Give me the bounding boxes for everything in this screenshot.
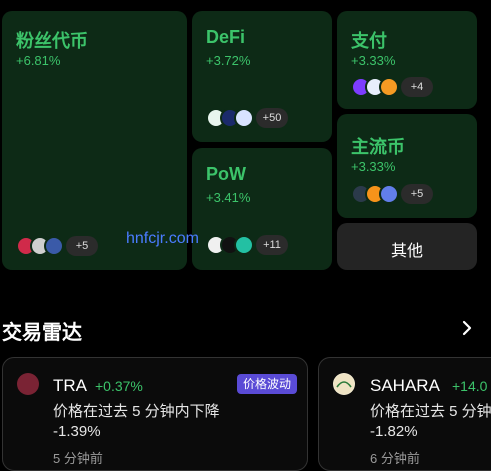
card-symbol: TRA [53, 376, 87, 395]
tile-name: PoW [206, 164, 246, 184]
heatmap-tile-payment[interactable]: 支付 +3.33% +4 [337, 11, 477, 109]
desc-line: 价格在过去 5 分钟内下降 [53, 403, 220, 420]
card-change: +14.0 [452, 378, 488, 394]
card-time: 5 分钟前 [53, 451, 103, 466]
radar-card[interactable]: SAHARA +14.0 价格在过去 5 分钟 -1.82% 6 分钟前 [318, 357, 491, 471]
more-count: +5 [401, 184, 433, 204]
radar-card[interactable]: TRA +0.37% 价格波动 价格在过去 5 分钟内下降 -1.39% 5 分… [2, 357, 308, 471]
heatmap-tile-other[interactable]: 其他 [337, 223, 477, 270]
more-count: +5 [66, 236, 98, 256]
tile-name: DeFi [206, 27, 246, 47]
coin-icon [379, 184, 399, 204]
tile-change: +3.33% [351, 159, 396, 174]
tile-change: +6.81% [16, 53, 61, 68]
coin-icon [379, 77, 399, 97]
tile-name: 主流币 [351, 137, 405, 157]
card-description: 价格在过去 5 分钟内下降 -1.39% [53, 402, 220, 442]
card-tag: 价格波动 [237, 374, 298, 394]
section-title-trade-radar: 交易雷达 [2, 322, 82, 344]
card-time: 6 分钟前 [370, 451, 420, 466]
tile-change: +3.33% [351, 53, 396, 68]
more-count: +50 [256, 108, 288, 128]
coin-icons: +50 [206, 108, 288, 128]
desc-line: 价格在过去 5 分钟 [370, 403, 491, 420]
heatmap-tile-pow[interactable]: PoW +3.41% +11 [192, 148, 332, 270]
sahara-icon [334, 374, 354, 394]
token-icon [333, 373, 355, 395]
coin-icon [44, 236, 64, 256]
coin-icons: +5 [16, 236, 98, 256]
card-symbol: SAHARA [370, 376, 440, 395]
tile-change: +3.41% [206, 190, 251, 205]
card-change: +0.37% [95, 378, 143, 394]
tile-name: 粉丝代币 [16, 31, 88, 51]
heatmap-tile-defi[interactable]: DeFi +3.72% +50 [192, 11, 332, 142]
tile-change: +3.72% [206, 53, 251, 68]
chevron-right-icon[interactable] [459, 318, 475, 338]
watermark: hnfcjr.com [126, 230, 199, 247]
coin-icon [234, 108, 254, 128]
coin-icons: +11 [206, 235, 288, 255]
tile-name: 支付 [351, 31, 387, 51]
card-description: 价格在过去 5 分钟 -1.82% [370, 402, 491, 442]
tile-name: 其他 [390, 243, 423, 260]
coin-icons: +5 [351, 184, 433, 204]
coin-icon [234, 235, 254, 255]
heatmap-tile-mainstream[interactable]: 主流币 +3.33% +5 [337, 114, 477, 218]
desc-value: -1.39% [53, 423, 101, 440]
desc-value: -1.82% [370, 423, 418, 440]
more-count: +4 [401, 77, 433, 97]
coin-icons: +4 [351, 77, 433, 97]
token-icon [17, 373, 39, 395]
more-count: +11 [256, 235, 288, 255]
